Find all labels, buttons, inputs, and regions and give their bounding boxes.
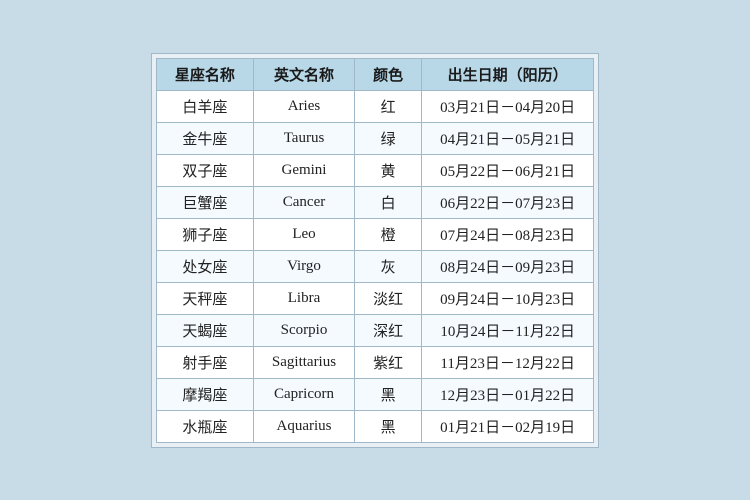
cell-color: 黑 — [355, 410, 422, 442]
cell-chinese-name: 天蝎座 — [156, 314, 253, 346]
table-row: 水瓶座Aquarius黑01月21日－02月19日 — [156, 410, 593, 442]
header-color: 颜色 — [355, 58, 422, 90]
cell-english-name: Scorpio — [253, 314, 354, 346]
cell-color: 黑 — [355, 378, 422, 410]
cell-english-name: Libra — [253, 282, 354, 314]
cell-color: 紫红 — [355, 346, 422, 378]
cell-chinese-name: 金牛座 — [156, 122, 253, 154]
cell-color: 橙 — [355, 218, 422, 250]
cell-color: 白 — [355, 186, 422, 218]
table-row: 天蝎座Scorpio深红10月24日－11月22日 — [156, 314, 593, 346]
header-chinese-name: 星座名称 — [156, 58, 253, 90]
header-english-name: 英文名称 — [253, 58, 354, 90]
cell-dates: 06月22日－07月23日 — [422, 186, 594, 218]
cell-dates: 01月21日－02月19日 — [422, 410, 594, 442]
cell-dates: 04月21日－05月21日 — [422, 122, 594, 154]
cell-chinese-name: 白羊座 — [156, 90, 253, 122]
table-row: 白羊座Aries红03月21日－04月20日 — [156, 90, 593, 122]
cell-dates: 12月23日－01月22日 — [422, 378, 594, 410]
cell-color: 深红 — [355, 314, 422, 346]
cell-english-name: Gemini — [253, 154, 354, 186]
cell-dates: 11月23日－12月22日 — [422, 346, 594, 378]
cell-english-name: Aquarius — [253, 410, 354, 442]
table-row: 天秤座Libra淡红09月24日－10月23日 — [156, 282, 593, 314]
table-row: 处女座Virgo灰08月24日－09月23日 — [156, 250, 593, 282]
cell-dates: 07月24日－08月23日 — [422, 218, 594, 250]
table-row: 狮子座Leo橙07月24日－08月23日 — [156, 218, 593, 250]
cell-english-name: Virgo — [253, 250, 354, 282]
cell-english-name: Leo — [253, 218, 354, 250]
cell-chinese-name: 射手座 — [156, 346, 253, 378]
table-body: 白羊座Aries红03月21日－04月20日金牛座Taurus绿04月21日－0… — [156, 90, 593, 442]
cell-dates: 09月24日－10月23日 — [422, 282, 594, 314]
cell-chinese-name: 双子座 — [156, 154, 253, 186]
cell-color: 灰 — [355, 250, 422, 282]
zodiac-table: 星座名称 英文名称 颜色 出生日期（阳历） 白羊座Aries红03月21日－04… — [156, 58, 594, 443]
cell-english-name: Sagittarius — [253, 346, 354, 378]
cell-english-name: Cancer — [253, 186, 354, 218]
cell-chinese-name: 水瓶座 — [156, 410, 253, 442]
table-row: 射手座Sagittarius紫红11月23日－12月22日 — [156, 346, 593, 378]
cell-dates: 05月22日－06月21日 — [422, 154, 594, 186]
cell-chinese-name: 狮子座 — [156, 218, 253, 250]
cell-english-name: Taurus — [253, 122, 354, 154]
cell-chinese-name: 天秤座 — [156, 282, 253, 314]
cell-chinese-name: 摩羯座 — [156, 378, 253, 410]
cell-english-name: Capricorn — [253, 378, 354, 410]
table-row: 摩羯座Capricorn黑12月23日－01月22日 — [156, 378, 593, 410]
cell-color: 红 — [355, 90, 422, 122]
cell-chinese-name: 处女座 — [156, 250, 253, 282]
cell-dates: 08月24日－09月23日 — [422, 250, 594, 282]
table-row: 巨蟹座Cancer白06月22日－07月23日 — [156, 186, 593, 218]
table-row: 双子座Gemini黄05月22日－06月21日 — [156, 154, 593, 186]
cell-color: 淡红 — [355, 282, 422, 314]
cell-chinese-name: 巨蟹座 — [156, 186, 253, 218]
cell-color: 绿 — [355, 122, 422, 154]
table-header-row: 星座名称 英文名称 颜色 出生日期（阳历） — [156, 58, 593, 90]
cell-dates: 03月21日－04月20日 — [422, 90, 594, 122]
cell-english-name: Aries — [253, 90, 354, 122]
cell-dates: 10月24日－11月22日 — [422, 314, 594, 346]
zodiac-table-container: 星座名称 英文名称 颜色 出生日期（阳历） 白羊座Aries红03月21日－04… — [151, 53, 599, 448]
cell-color: 黄 — [355, 154, 422, 186]
table-row: 金牛座Taurus绿04月21日－05月21日 — [156, 122, 593, 154]
header-dates: 出生日期（阳历） — [422, 58, 594, 90]
